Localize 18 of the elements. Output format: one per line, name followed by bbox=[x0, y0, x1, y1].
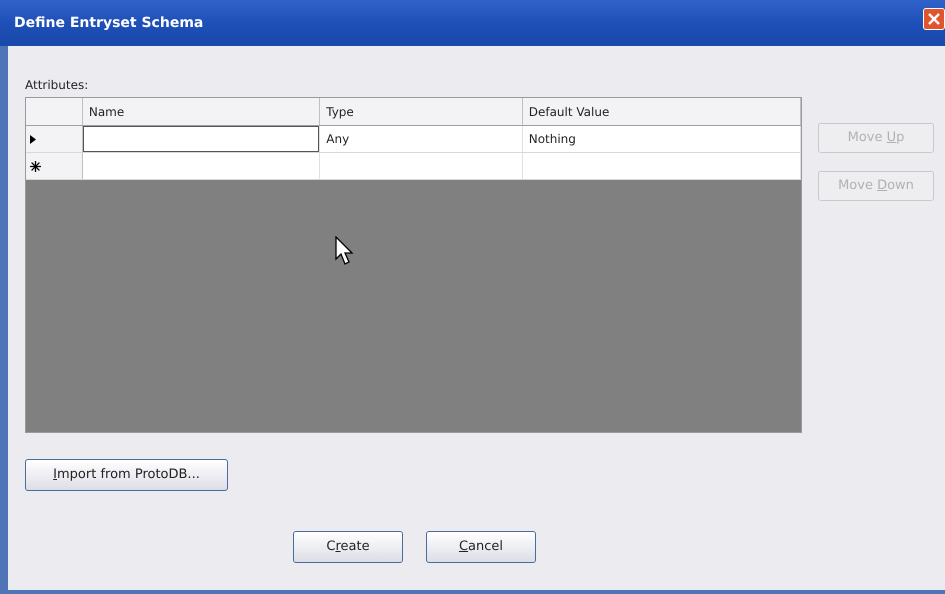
table-row[interactable]: Any Nothing bbox=[26, 126, 801, 153]
asterisk-icon bbox=[30, 160, 41, 172]
mouse-pointer-icon bbox=[335, 236, 355, 266]
current-row-icon bbox=[30, 134, 36, 144]
column-header[interactable]: Type bbox=[320, 98, 523, 125]
close-icon bbox=[928, 13, 940, 25]
cancel-button[interactable]: Cancel bbox=[426, 531, 536, 563]
table-cell-text: Nothing bbox=[528, 131, 577, 148]
close-button[interactable] bbox=[923, 8, 945, 30]
row-header[interactable] bbox=[26, 153, 83, 179]
window-title: Define Entryset Schema bbox=[14, 14, 204, 32]
table-cell-text: Any bbox=[325, 131, 350, 148]
column-header[interactable]: Name bbox=[82, 98, 320, 125]
name-input-field[interactable] bbox=[82, 126, 320, 152]
import-button[interactable]: Import from ProtoDB... bbox=[25, 459, 228, 491]
attributes-label: Attributes: bbox=[25, 77, 90, 94]
column-header[interactable]: Default Value bbox=[522, 98, 801, 125]
create-button[interactable]: Create bbox=[293, 531, 403, 563]
